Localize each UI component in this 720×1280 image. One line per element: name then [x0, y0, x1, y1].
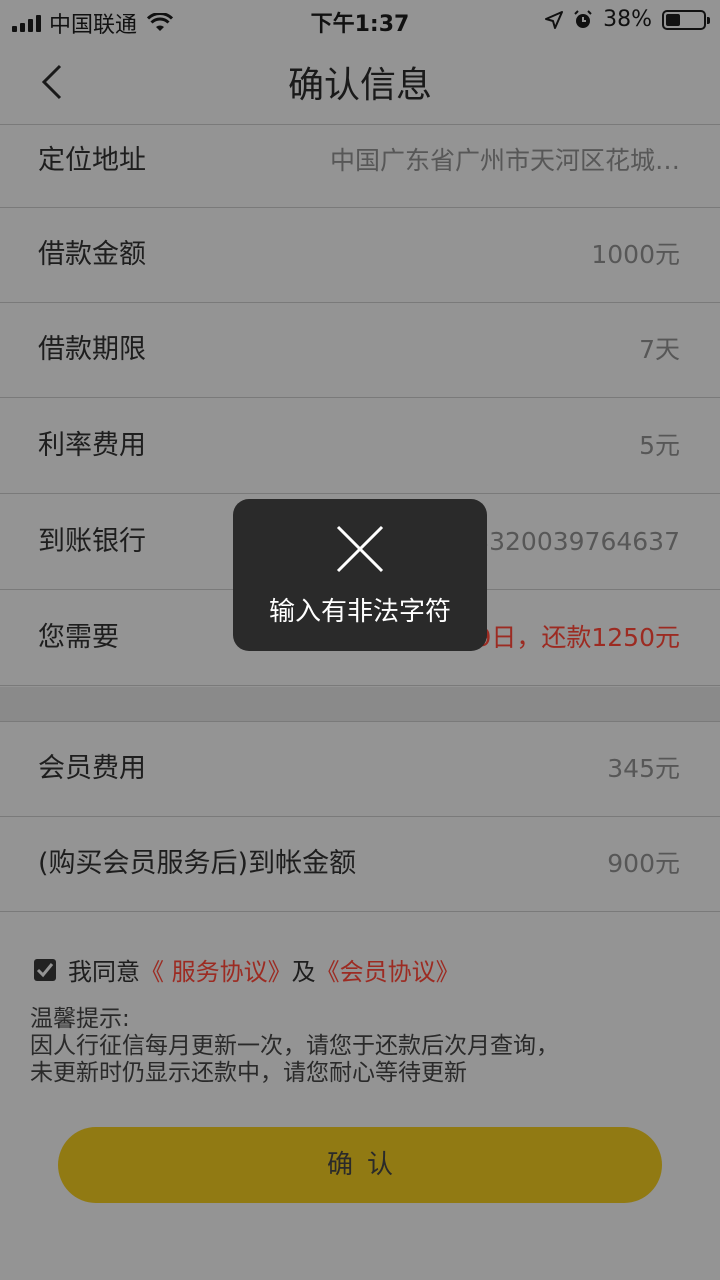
member-fee-value: 345元	[607, 754, 680, 783]
location-arrow-icon	[545, 10, 564, 29]
agree-prefix: 我同意	[68, 958, 140, 986]
agree-checkbox[interactable]	[34, 958, 56, 981]
bank-account-value: 3320039764637	[473, 527, 680, 556]
status-bar: 中国联通 下午1:37 38%	[0, 0, 720, 40]
tips-line: 未更新时仍显示还款中，请您耐心等待更新	[30, 1060, 467, 1086]
warm-tips: 温馨提示: 因人行征信每月更新一次，请您于还款后次月查询， 未更新时仍显示还款中…	[30, 1006, 559, 1087]
tips-line: 因人行征信每月更新一次，请您于还款后次月查询，	[30, 1033, 559, 1059]
nav-bar: 确认信息	[0, 40, 720, 125]
received-amount-value: 900元	[607, 849, 680, 878]
interest-fee-value: 5元	[639, 431, 680, 460]
loan-amount-value: 1000元	[591, 240, 680, 269]
toast-message: 输入有非法字符	[268, 597, 451, 627]
row-label: 您需要	[38, 622, 119, 653]
repayment-value: 9日，还款1250元	[475, 623, 680, 652]
row-label: 借款金额	[38, 239, 146, 270]
checkmark-icon	[36, 962, 54, 977]
service-agreement-link[interactable]: 《 服务协议》	[140, 952, 292, 987]
page-title: 确认信息	[287, 65, 432, 106]
row-label: 到账银行	[38, 526, 146, 557]
row-received-amount: (购买会员服务后)到帐金额 900元	[0, 817, 720, 912]
row-label: (购买会员服务后)到帐金额	[38, 848, 357, 879]
battery-percent: 38%	[603, 7, 652, 32]
row-loan-term: 借款期限 7天	[0, 303, 720, 398]
row-member-fee: 会员费用 345元	[0, 722, 720, 817]
row-location: 定位地址 中国广东省广州市天河区花城…	[0, 125, 720, 208]
confirm-button[interactable]: 确认	[58, 1127, 662, 1203]
battery-icon	[662, 9, 710, 30]
close-icon	[336, 525, 384, 573]
location-value: 中国广东省广州市天河区花城…	[329, 146, 680, 175]
row-label: 会员费用	[38, 753, 146, 784]
agree-and: 及	[291, 958, 316, 986]
tips-title: 温馨提示:	[30, 1006, 130, 1032]
row-label: 利率费用	[38, 430, 146, 461]
loan-term-value: 7天	[639, 335, 680, 364]
alarm-icon	[574, 9, 592, 28]
error-toast: 输入有非法字符	[233, 499, 487, 651]
row-loan-amount: 借款金额 1000元	[0, 208, 720, 303]
section-divider	[0, 687, 720, 722]
row-label: 借款期限	[38, 334, 146, 365]
member-agreement-link[interactable]: 《会员协议》	[316, 952, 460, 987]
row-interest-fee: 利率费用 5元	[0, 399, 720, 494]
agreement-line: 我同意 《 服务协议》 及 《会员协议》	[34, 952, 460, 987]
row-label: 定位地址	[38, 145, 146, 176]
